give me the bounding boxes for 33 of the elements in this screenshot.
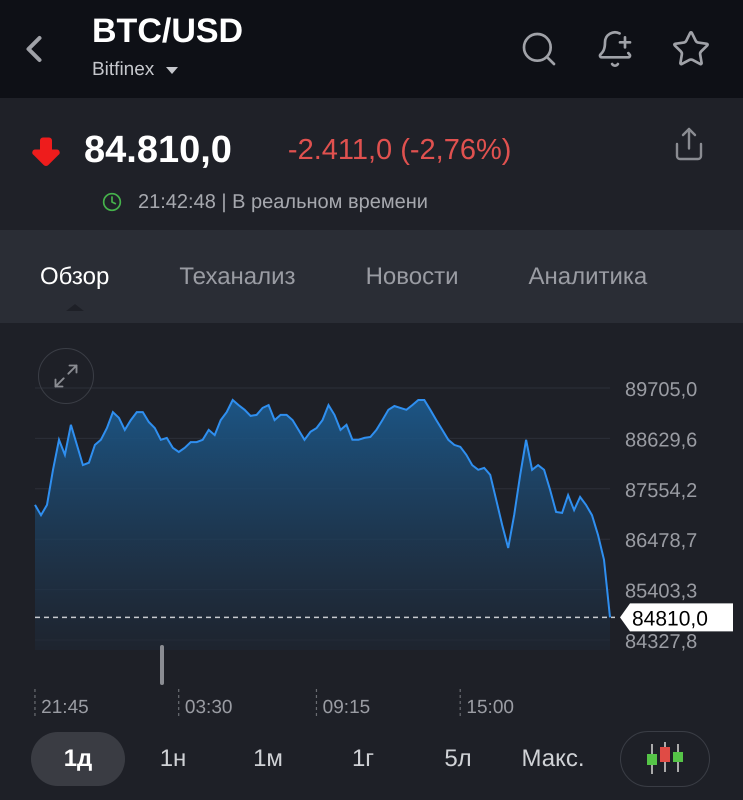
tab[interactable]: Теханализ — [179, 258, 296, 294]
expand-icon — [52, 362, 80, 390]
ref-line-label: 84810,0 — [632, 607, 708, 630]
exchange-selector[interactable]: Bitfinex — [92, 56, 244, 84]
x-axis-label: 21:45 — [41, 697, 89, 718]
range-tab[interactable]: 1г — [316, 732, 410, 786]
x-axis-label: 03:30 — [184, 697, 232, 718]
quote-time: 21:42:48 | В реальном времени — [138, 190, 428, 215]
price: 84.810,0 — [84, 128, 232, 173]
candlestick-icon — [645, 742, 685, 776]
price-change: -2.411,0 (-2,76%) — [288, 132, 512, 168]
x-axis-label: 09:15 — [322, 697, 370, 718]
range-tab[interactable]: Макс. — [506, 732, 600, 786]
tab[interactable]: Обзор — [40, 258, 110, 294]
chart-type-button[interactable] — [620, 731, 710, 787]
clock-icon — [102, 192, 122, 212]
y-axis-label: 85403,3 — [625, 580, 698, 603]
range-tab[interactable]: 1н — [126, 732, 220, 786]
tab[interactable]: Аналитика — [528, 258, 648, 294]
x-axis-label: 15:00 — [466, 697, 514, 718]
expand-button[interactable] — [38, 348, 94, 404]
symbol-title: BTC/USD — [92, 14, 244, 48]
y-axis-label: 86478,7 — [625, 530, 698, 552]
y-axis-label: 88629,6 — [625, 429, 698, 452]
y-axis-label: 89705,0 — [625, 379, 698, 401]
range-tab[interactable]: 1м — [221, 732, 315, 786]
last-price-tag: 84810,0 — [620, 603, 733, 632]
tab[interactable]: Новости — [366, 258, 458, 294]
range-tab[interactable]: 1д — [31, 732, 125, 786]
scrubber-handle[interactable] — [160, 645, 164, 685]
y-axis-label: 84327,8 — [625, 631, 698, 653]
y-axis-label: 87554,2 — [625, 480, 698, 502]
range-tab[interactable]: 5л — [411, 732, 505, 786]
